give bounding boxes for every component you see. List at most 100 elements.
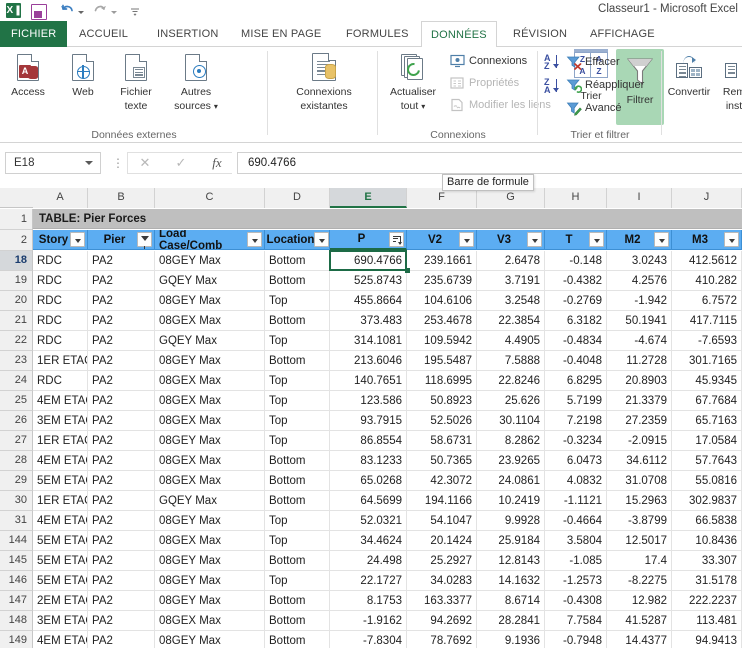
undo-icon[interactable]: [58, 2, 76, 19]
filter-dropdown-v3[interactable]: [527, 232, 542, 247]
cell-story-28[interactable]: 4EM ETAG: [33, 451, 88, 471]
row-header-148[interactable]: 148: [0, 611, 33, 631]
row-header-2[interactable]: 2: [0, 230, 33, 251]
cell-v2-148[interactable]: 94.2692: [407, 611, 477, 631]
table-header-v3[interactable]: V3: [477, 230, 545, 250]
cell-pier-21[interactable]: PA2: [88, 311, 155, 331]
cell-location-25[interactable]: Top: [265, 391, 330, 411]
column-header-b[interactable]: B: [88, 188, 155, 208]
redo-icon[interactable]: [91, 2, 109, 19]
cell-story-21[interactable]: RDC: [33, 311, 88, 331]
refresh-all-button[interactable]: Actualiser tout ▾: [382, 50, 444, 113]
tab-insertion[interactable]: INSERTION: [148, 21, 228, 47]
table-header-v2[interactable]: V2: [407, 230, 477, 250]
text-to-columns-button[interactable]: Convertir: [664, 50, 714, 98]
cell-m2-24[interactable]: 20.8903: [607, 371, 672, 391]
cell-p-30[interactable]: 64.5699: [330, 491, 407, 511]
cell-story-146[interactable]: 5EM ETAG: [33, 571, 88, 591]
cell-location-24[interactable]: Top: [265, 371, 330, 391]
cell-m2-147[interactable]: 12.982: [607, 591, 672, 611]
cell-pier-18[interactable]: PA2: [88, 251, 155, 271]
row-header-145[interactable]: 145: [0, 551, 33, 571]
cell-v3-146[interactable]: 14.1632: [477, 571, 545, 591]
column-header-d[interactable]: D: [265, 188, 330, 208]
cell-m3-31[interactable]: 66.5838: [672, 511, 742, 531]
cell-loadcase-25[interactable]: 08GEX Max: [155, 391, 265, 411]
filter-dropdown-m3[interactable]: [724, 232, 739, 247]
cell-loadcase-26[interactable]: 08GEX Max: [155, 411, 265, 431]
cell-loadcase-31[interactable]: 08GEY Max: [155, 511, 265, 531]
column-header-a[interactable]: A: [33, 188, 88, 208]
cell-story-144[interactable]: 5EM ETAG: [33, 531, 88, 551]
cell-m3-29[interactable]: 55.0816: [672, 471, 742, 491]
cell-t-25[interactable]: 5.7199: [545, 391, 607, 411]
cell-pier-23[interactable]: PA2: [88, 351, 155, 371]
cell-location-21[interactable]: Bottom: [265, 311, 330, 331]
cell-location-30[interactable]: Bottom: [265, 491, 330, 511]
filter-applied-pier[interactable]: [137, 232, 152, 249]
row-header-20[interactable]: 20: [0, 291, 33, 311]
cell-v3-31[interactable]: 9.9928: [477, 511, 545, 531]
cell-location-19[interactable]: Bottom: [265, 271, 330, 291]
cell-m2-149[interactable]: 14.4377: [607, 631, 672, 648]
row-header-24[interactable]: 24: [0, 371, 33, 391]
formula-input[interactable]: 690.4766: [237, 152, 742, 174]
cell-m2-26[interactable]: 27.2359: [607, 411, 672, 431]
cell-v2-23[interactable]: 195.5487: [407, 351, 477, 371]
row-header-18[interactable]: 18: [0, 251, 33, 271]
cell-story-147[interactable]: 2EM ETAG: [33, 591, 88, 611]
cell-m3-148[interactable]: 113.481: [672, 611, 742, 631]
cell-pier-19[interactable]: PA2: [88, 271, 155, 291]
table-title-cell[interactable]: TABLE: Pier Forces: [33, 209, 742, 229]
web-button[interactable]: Web: [57, 50, 109, 98]
row-header-29[interactable]: 29: [0, 471, 33, 491]
cell-story-145[interactable]: 5EM ETAG: [33, 551, 88, 571]
tab-formules[interactable]: FORMULES: [337, 21, 418, 47]
cell-t-28[interactable]: 6.0473: [545, 451, 607, 471]
cell-loadcase-28[interactable]: 08GEX Max: [155, 451, 265, 471]
cell-pier-144[interactable]: PA2: [88, 531, 155, 551]
row-header-31[interactable]: 31: [0, 511, 33, 531]
cell-m2-144[interactable]: 12.5017: [607, 531, 672, 551]
cell-v3-21[interactable]: 22.3854: [477, 311, 545, 331]
row-header-22[interactable]: 22: [0, 331, 33, 351]
cell-location-144[interactable]: Top: [265, 531, 330, 551]
cell-m2-18[interactable]: 3.0243: [607, 251, 672, 271]
filter-dropdown-v2[interactable]: [459, 232, 474, 247]
row-header-19[interactable]: 19: [0, 271, 33, 291]
cell-loadcase-30[interactable]: GQEY Max: [155, 491, 265, 511]
cell-v2-30[interactable]: 194.1166: [407, 491, 477, 511]
cell-m2-19[interactable]: 4.2576: [607, 271, 672, 291]
cell-location-147[interactable]: Bottom: [265, 591, 330, 611]
cell-pier-20[interactable]: PA2: [88, 291, 155, 311]
cell-m3-24[interactable]: 45.9345: [672, 371, 742, 391]
column-header-i[interactable]: I: [607, 188, 672, 208]
cell-t-146[interactable]: -1.2573: [545, 571, 607, 591]
cell-v2-21[interactable]: 253.4678: [407, 311, 477, 331]
cell-location-20[interactable]: Top: [265, 291, 330, 311]
cell-p-29[interactable]: 65.0268: [330, 471, 407, 491]
cell-m2-27[interactable]: -2.0915: [607, 431, 672, 451]
cell-location-26[interactable]: Top: [265, 411, 330, 431]
cell-v3-25[interactable]: 25.626: [477, 391, 545, 411]
cell-p-20[interactable]: 455.8664: [330, 291, 407, 311]
column-header-j[interactable]: J: [672, 188, 742, 208]
cell-v3-18[interactable]: 2.6478: [477, 251, 545, 271]
cell-v3-29[interactable]: 24.0861: [477, 471, 545, 491]
row-header-26[interactable]: 26: [0, 411, 33, 431]
cell-m3-21[interactable]: 417.7115: [672, 311, 742, 331]
cell-t-147[interactable]: -0.4308: [545, 591, 607, 611]
row-header-146[interactable]: 146: [0, 571, 33, 591]
cell-p-27[interactable]: 86.8554: [330, 431, 407, 451]
cell-v3-145[interactable]: 12.8143: [477, 551, 545, 571]
redo-dropdown-icon[interactable]: [111, 10, 117, 14]
filter-dropdown-load-case[interactable]: [247, 232, 262, 247]
cell-v2-144[interactable]: 20.1424: [407, 531, 477, 551]
cell-loadcase-145[interactable]: 08GEY Max: [155, 551, 265, 571]
fill-handle[interactable]: [405, 268, 410, 273]
cell-location-149[interactable]: Bottom: [265, 631, 330, 648]
cell-t-24[interactable]: 6.8295: [545, 371, 607, 391]
cell-v3-24[interactable]: 22.8246: [477, 371, 545, 391]
row-header-149[interactable]: 149: [0, 631, 33, 648]
text-file-button[interactable]: Fichier texte: [110, 50, 162, 112]
